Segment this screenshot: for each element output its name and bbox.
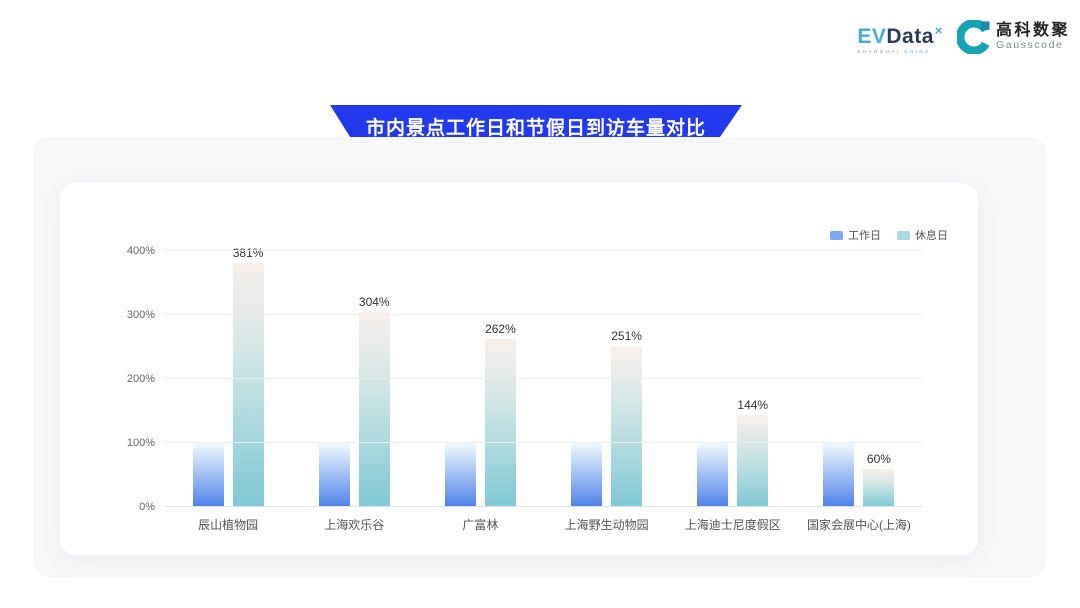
bar-restday[interactable] (359, 312, 390, 507)
gridline (165, 378, 922, 379)
evdata-logo: EVData× SHANGHAI CHINA (857, 24, 943, 55)
y-tick-label: 100% (127, 436, 155, 450)
y-axis: 0%100%200%300%400% (60, 251, 155, 507)
bar-workday[interactable] (445, 443, 476, 507)
bar-group: 251%上海野生动物园 (544, 251, 670, 507)
gausscode-logo: 高科数聚 Gausscode (957, 20, 1070, 54)
bar-value-label: 144% (737, 399, 768, 411)
bar-group: 381%辰山植物园 (165, 251, 291, 507)
bar-group: 304%上海欢乐谷 (291, 251, 417, 507)
x-axis-label: 国家会展中心(上海) (776, 516, 942, 533)
bar-group: 144%上海迪士尼度假区 (670, 251, 796, 507)
evdata-x-icon: × (935, 23, 943, 38)
evdata-subtitle-left: SHANGHAI (857, 49, 900, 54)
bar-restday[interactable] (737, 415, 768, 507)
gridline (165, 442, 922, 443)
legend-swatch-restday (897, 231, 910, 240)
bar-value-label: 304% (359, 296, 390, 308)
bar-restday[interactable] (863, 469, 894, 507)
chart-title: 市内景点工作日和节假日到访车量对比 (366, 113, 706, 140)
bar-workday[interactable] (823, 443, 854, 507)
gausscode-g-icon (957, 20, 991, 54)
bar-groups: 381%辰山植物园304%上海欢乐谷262%广富林251%上海野生动物园144%… (165, 251, 922, 507)
y-tick-label: 200% (127, 372, 155, 386)
y-tick-label: 0% (139, 500, 155, 514)
gausscode-en-name: Gausscode (996, 40, 1070, 52)
bar-workday[interactable] (319, 443, 350, 507)
page: EVData× SHANGHAI CHINA 高科数聚 Gausscode 市内… (0, 0, 1080, 608)
legend-item-restday[interactable]: 休息日 (897, 227, 948, 243)
bar-group: 262%广富林 (417, 251, 543, 507)
bar-restday[interactable] (611, 346, 642, 507)
evdata-ev-text: EV (857, 25, 886, 48)
brand-logos: EVData× SHANGHAI CHINA 高科数聚 Gausscode (857, 20, 1070, 55)
bar-workday[interactable] (571, 443, 602, 507)
evdata-wordmark: EVData× (857, 24, 943, 47)
bar-value-label: 381% (233, 247, 264, 259)
bar-value-label: 60% (867, 453, 891, 465)
bar-group: 60%国家会展中心(上海) (796, 251, 922, 507)
chart-legend: 工作日 休息日 (830, 227, 948, 243)
gausscode-text: 高科数聚 Gausscode (996, 22, 1070, 51)
bar-workday[interactable] (193, 443, 224, 507)
evdata-subtitle-right: CHINA (904, 49, 930, 54)
y-tick-label: 400% (127, 244, 155, 258)
bar-value-label: 262% (485, 323, 516, 335)
plot-area: 381%辰山植物园304%上海欢乐谷262%广富林251%上海野生动物园144%… (165, 251, 922, 507)
bar-value-label: 251% (611, 330, 642, 342)
gridline (165, 250, 922, 251)
y-tick-label: 300% (127, 308, 155, 322)
gridline (165, 506, 922, 507)
legend-item-workday[interactable]: 工作日 (830, 227, 881, 243)
gridline (165, 314, 922, 315)
bar-workday[interactable] (697, 443, 728, 507)
legend-label-workday: 工作日 (848, 227, 881, 243)
bar-restday[interactable] (485, 339, 516, 507)
evdata-subtitle: SHANGHAI CHINA (857, 50, 943, 55)
chart-panel: 工作日 休息日 0%100%200%300%400% 381%辰山植物园304%… (33, 137, 1046, 577)
legend-swatch-workday (830, 231, 843, 240)
legend-label-restday: 休息日 (915, 227, 948, 243)
evdata-data-text: Data (886, 25, 934, 48)
gausscode-cn-name: 高科数聚 (996, 22, 1070, 40)
chart-card: 工作日 休息日 0%100%200%300%400% 381%辰山植物园304%… (60, 183, 978, 555)
bar-restday[interactable] (233, 263, 264, 507)
